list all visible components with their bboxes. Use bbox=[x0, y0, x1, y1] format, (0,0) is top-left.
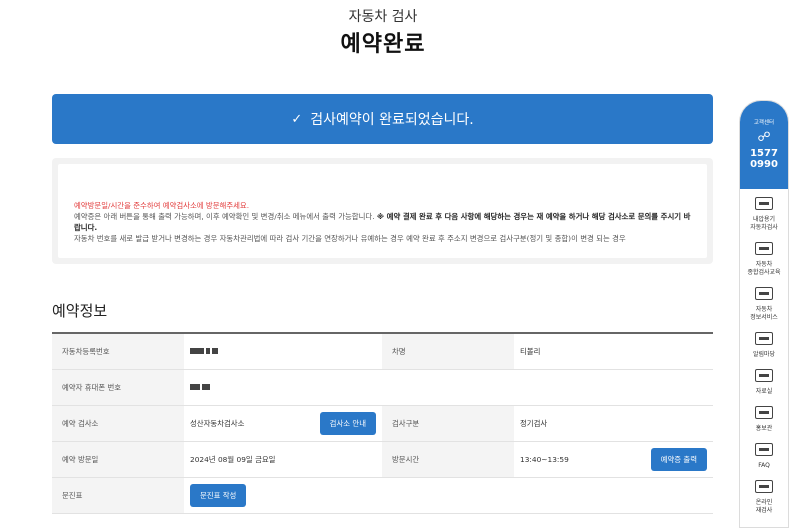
faq-icon bbox=[755, 443, 773, 456]
notice-box: 예약방문일/시간을 준수하여 예약검사소에 방문해주세요. 예약증은 아래 버튼… bbox=[52, 158, 713, 264]
quick-item-pr[interactable]: 홍보관 bbox=[740, 398, 788, 435]
car-icon bbox=[755, 287, 773, 300]
car-icon bbox=[755, 242, 773, 255]
questionnaire-button[interactable]: 문진표 작성 bbox=[190, 484, 247, 507]
car-name-value: 티볼리 bbox=[520, 347, 541, 356]
table-row: 자동차등록번호 차명 티볼리 bbox=[52, 334, 713, 370]
quick-item-info-service[interactable]: 자동차 정보서비스 bbox=[740, 279, 788, 324]
car-number-label: 자동차등록번호 bbox=[52, 334, 184, 369]
inspection-type-value: 정기검사 bbox=[520, 419, 548, 428]
center-label: 예약 검사소 bbox=[52, 406, 184, 441]
document-icon bbox=[755, 369, 773, 382]
check-icon: ✓ bbox=[291, 111, 303, 127]
visit-date-label: 예약 방문일 bbox=[52, 442, 184, 477]
masked-value bbox=[190, 347, 220, 356]
quick-item-faq[interactable]: FAQ bbox=[740, 435, 788, 472]
visit-time-text: 13:40~13:59 bbox=[520, 455, 569, 464]
quick-item-education[interactable]: 자동차 종합검사교육 bbox=[740, 234, 788, 279]
table-row: 예약 검사소 성산자동차검사소 검사소 안내 검사구분 정기검사 bbox=[52, 406, 713, 442]
quick-item-label: 자료실 bbox=[755, 388, 773, 395]
print-reservation-button[interactable]: 예약증 출력 bbox=[650, 448, 707, 471]
quick-menu: 고객센터 ☍ 1577 0990 내압용기 자동차검사 자동차 종합검사교육 자… bbox=[739, 100, 789, 528]
inspection-type-label: 검사구분 bbox=[382, 406, 514, 441]
phone-label: 예약자 휴대폰 번호 bbox=[52, 370, 184, 405]
center-value: 성산자동차검사소 검사소 안내 bbox=[184, 406, 382, 441]
customer-center-label: 고객센터 bbox=[753, 120, 775, 126]
section-title: 예약정보 bbox=[52, 302, 108, 320]
completion-banner: ✓ 검사예약이 완료되었습니다. bbox=[52, 94, 713, 144]
center-name: 성산자동차검사소 bbox=[190, 419, 245, 428]
car-name-label: 차명 bbox=[382, 334, 514, 369]
car-icon bbox=[755, 197, 773, 210]
quick-item-label: 자동차 종합검사교육 bbox=[747, 261, 781, 276]
questionnaire-value: 문진표 작성 bbox=[184, 478, 713, 513]
table-row: 문진표 문진표 작성 bbox=[52, 478, 713, 514]
notice-line-3: 자동차 번호를 새로 발급 받거나 변경하는 경우 자동차관리법에 따라 검사 … bbox=[74, 234, 626, 243]
quick-item-label: 온라인 재검사 bbox=[755, 499, 773, 514]
visit-date-value: 2024년 08월 09일 금요일 bbox=[190, 455, 276, 464]
center-info-button[interactable]: 검사소 안내 bbox=[319, 412, 376, 435]
table-row: 예약자 휴대폰 번호 bbox=[52, 370, 713, 406]
notice-content: 예약방문일/시간을 준수하여 예약검사소에 방문해주세요. 예약증은 아래 버튼… bbox=[58, 164, 707, 258]
visit-time-value: 13:40~13:59 예약증 출력 bbox=[514, 442, 713, 477]
quick-item-label: FAQ bbox=[758, 462, 770, 469]
visit-time-label: 방문시간 bbox=[382, 442, 514, 477]
banner-text: 검사예약이 완료되었습니다. bbox=[310, 112, 474, 128]
questionnaire-label: 문진표 bbox=[52, 478, 184, 513]
notice-line-2-text: 예약증은 아래 버튼을 통해 출력 가능하며, 이후 예약확인 및 변경/취소 … bbox=[74, 212, 377, 221]
quick-item-label: 알림마당 bbox=[752, 351, 776, 358]
page-title: 예약완료 bbox=[340, 32, 426, 57]
headset-icon: ☍ bbox=[757, 130, 771, 145]
quick-item-label: 내압용기 자동차검사 bbox=[750, 216, 778, 231]
customer-center[interactable]: 고객센터 ☍ 1577 0990 bbox=[740, 101, 788, 189]
quick-item-online-reinspection[interactable]: 온라인 재검사 bbox=[740, 472, 788, 517]
customer-center-number-2: 0990 bbox=[750, 159, 778, 170]
car-icon bbox=[755, 480, 773, 493]
quick-item-archive[interactable]: 자료실 bbox=[740, 361, 788, 398]
quick-item-label: 자동차 정보서비스 bbox=[750, 306, 778, 321]
megaphone-icon bbox=[755, 406, 773, 419]
phone-value bbox=[184, 370, 713, 405]
quick-item-notice[interactable]: 알림마당 bbox=[740, 324, 788, 361]
notice-line-2: 예약증은 아래 버튼을 통해 출력 가능하며, 이후 예약확인 및 변경/취소 … bbox=[74, 211, 691, 233]
quick-item-pressure-vessel[interactable]: 내압용기 자동차검사 bbox=[740, 189, 788, 234]
page-subtitle: 자동차 검사 bbox=[348, 9, 418, 25]
table-row: 예약 방문일 2024년 08월 09일 금요일 방문시간 13:40~13:5… bbox=[52, 442, 713, 478]
customer-center-number-1: 1577 bbox=[750, 148, 778, 159]
reservation-table: 자동차등록번호 차명 티볼리 예약자 휴대폰 번호 예약 검사소 성산자동차검사… bbox=[52, 332, 713, 514]
notice-warning: 예약방문일/시간을 준수하여 예약검사소에 방문해주세요. bbox=[74, 201, 250, 210]
car-number-value bbox=[184, 334, 382, 369]
car-icon bbox=[755, 332, 773, 345]
masked-value bbox=[190, 383, 212, 392]
quick-item-label: 홍보관 bbox=[755, 425, 773, 432]
